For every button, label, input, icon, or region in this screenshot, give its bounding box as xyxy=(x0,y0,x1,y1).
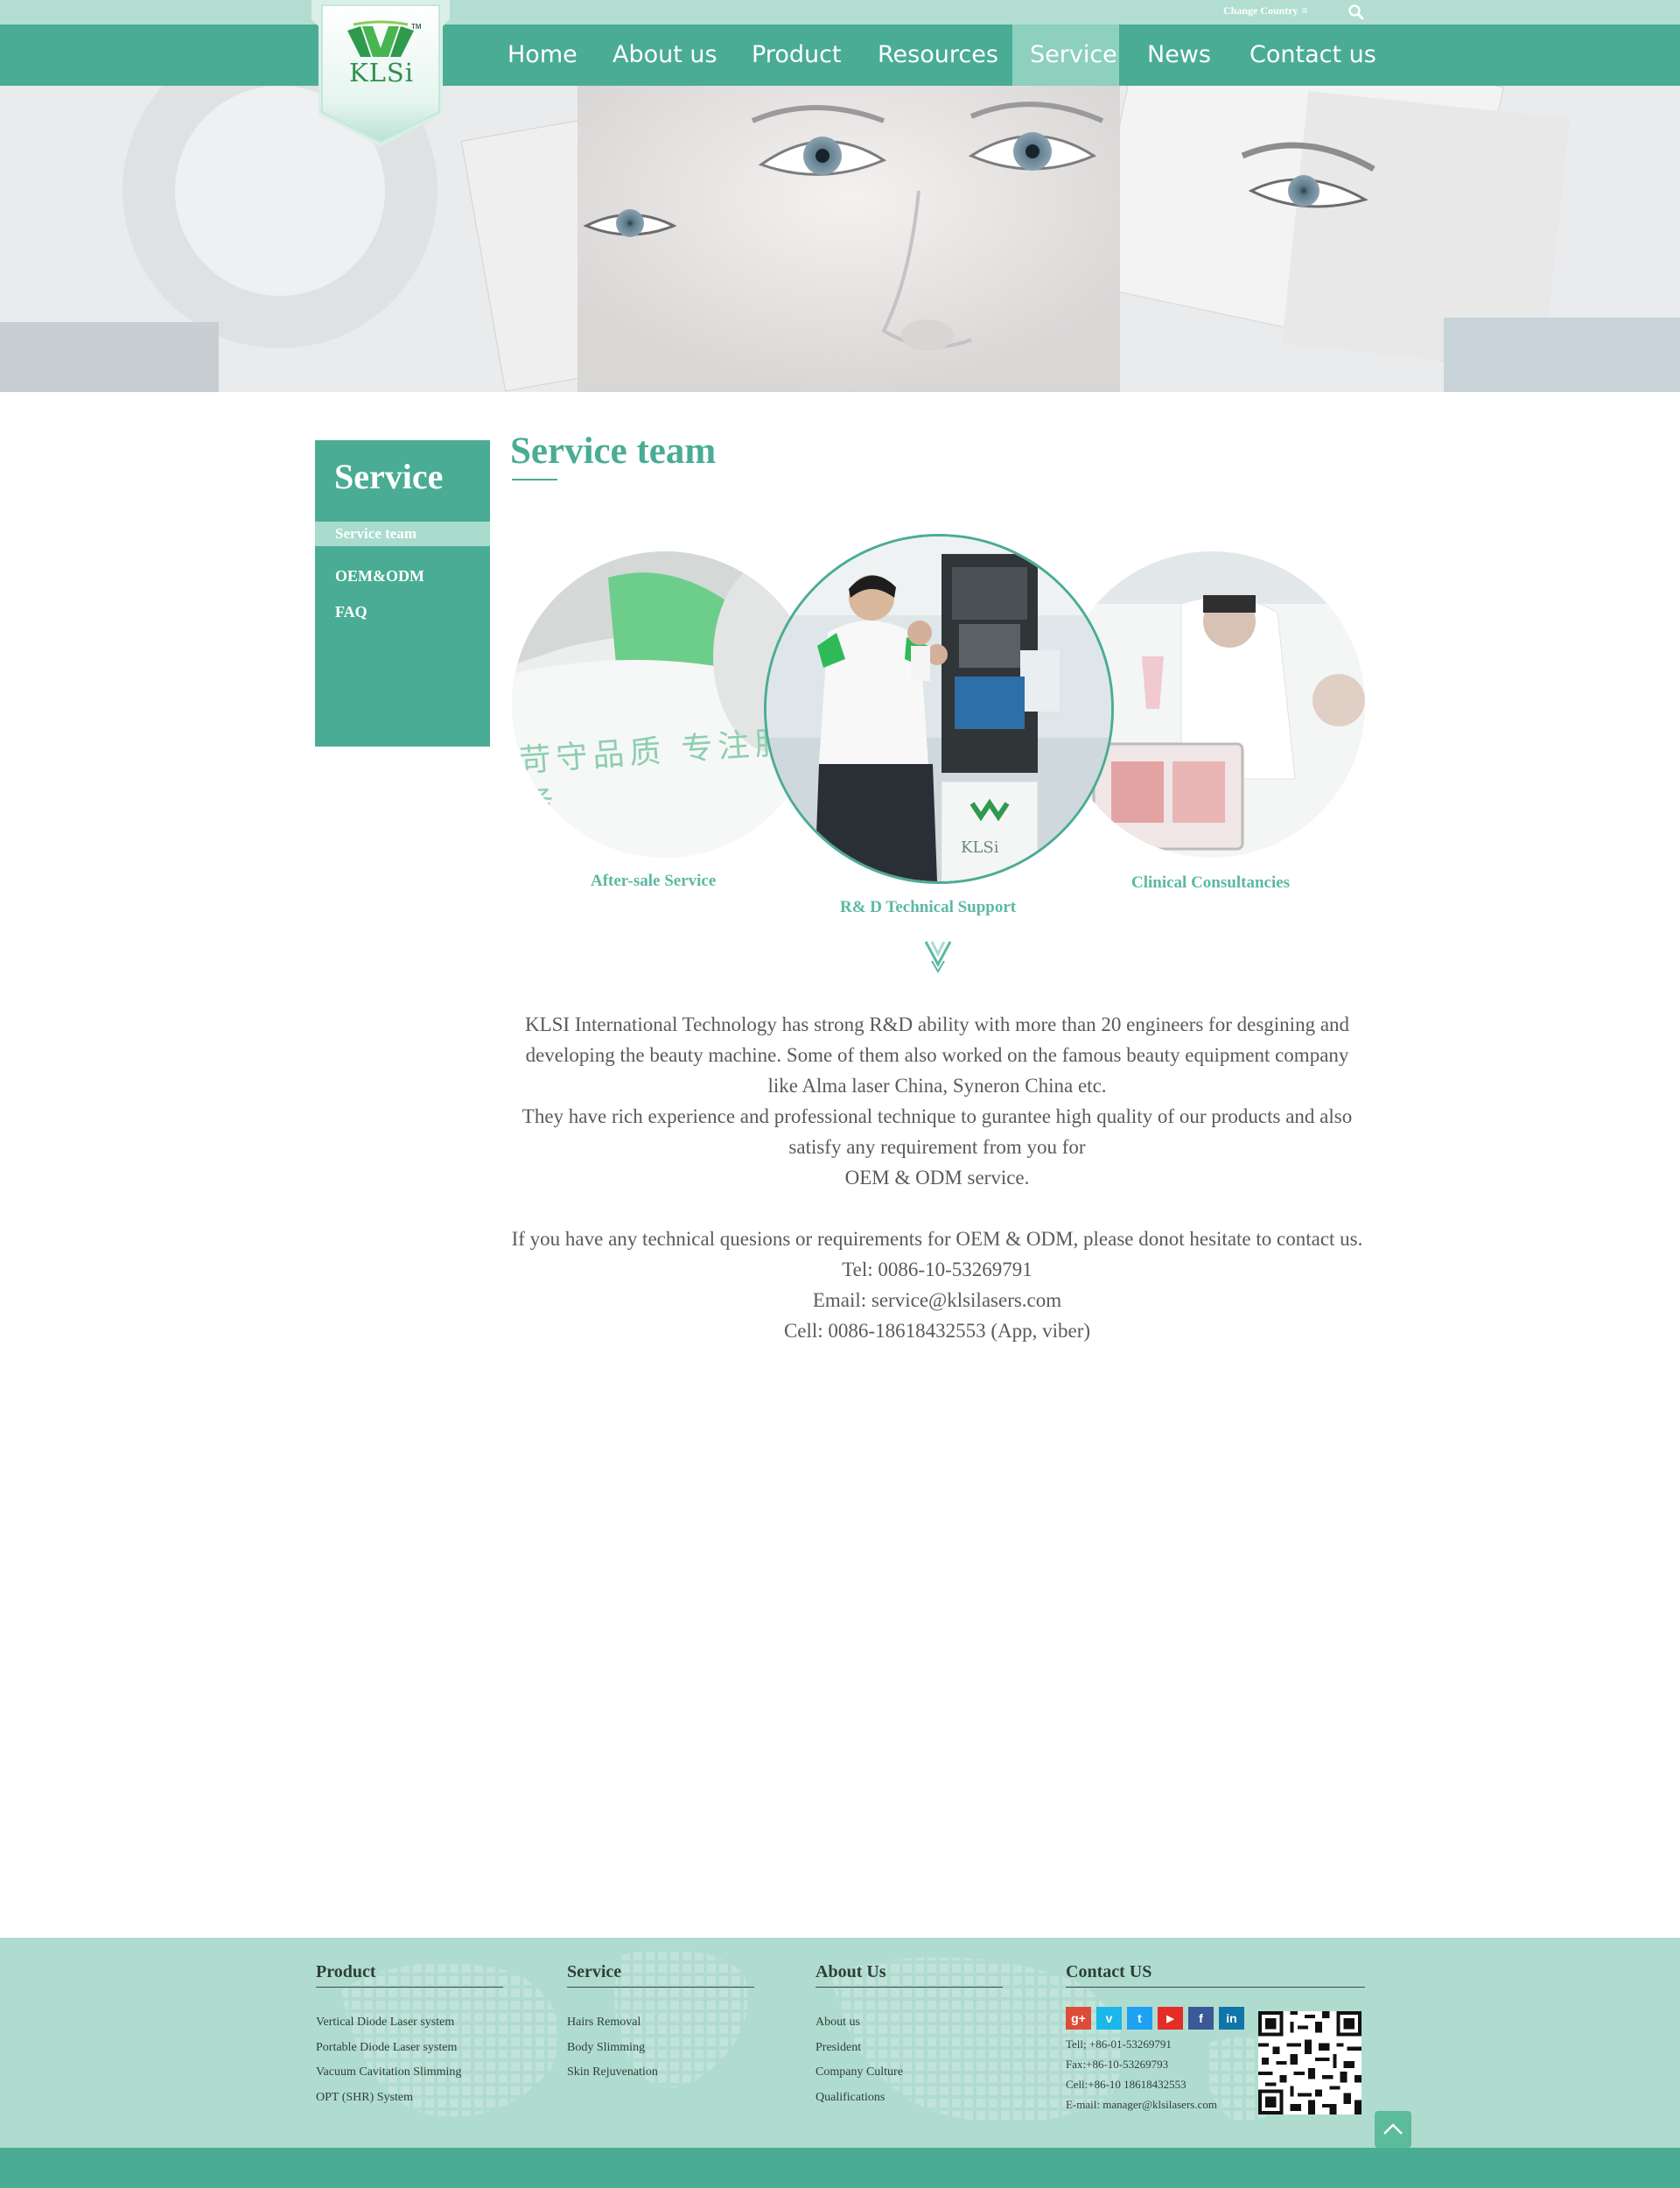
paragraph-email: Email: service@klsilasers.com xyxy=(812,1289,1062,1311)
paragraph-experience: They have rich experience and profession… xyxy=(522,1105,1353,1158)
footer-service-column: Service Hairs Removal Body Slimming Skin… xyxy=(567,1957,754,2086)
rd-technical-support-image: KLSi xyxy=(764,534,1114,884)
footer-link-body-slimming[interactable]: Body Slimming xyxy=(567,2036,754,2061)
footer-link-vacuum-cavitation[interactable]: Vacuum Cavitation Slimming xyxy=(316,2060,503,2086)
nav-home[interactable]: Home xyxy=(490,25,595,86)
top-bar: Change Country ≡ xyxy=(0,0,1680,25)
linkedin-icon[interactable]: in xyxy=(1219,2007,1244,2030)
footer-about-title: About Us xyxy=(816,1962,886,1981)
paragraph-contact-invite: If you have any technical quesions or re… xyxy=(511,1228,1363,1250)
facebook-icon[interactable]: f xyxy=(1188,2007,1214,2030)
change-country-label: Change Country xyxy=(1223,4,1298,17)
twitter-icon[interactable]: t xyxy=(1127,2007,1152,2030)
logo-text: KLSi xyxy=(348,58,415,88)
footer-service-title: Service xyxy=(567,1962,622,1981)
rd-technical-support-label: R& D Technical Support xyxy=(840,898,1017,916)
chevron-up-icon xyxy=(1383,2123,1403,2135)
footer-link-president[interactable]: President xyxy=(816,2036,1003,2061)
nav-service[interactable]: Service xyxy=(1012,25,1119,86)
nav-resources[interactable]: Resources xyxy=(860,25,1016,86)
footer-link-hairs-removal[interactable]: Hairs Removal xyxy=(567,2010,754,2036)
sidebar-item-oem-odm[interactable]: OEM&ODM xyxy=(315,564,490,588)
rd-photo-box-text: KLSi xyxy=(961,838,999,857)
hero-banner xyxy=(0,86,1680,392)
chevron-down-icon xyxy=(924,941,952,973)
paragraph-tel: Tel: 0086-10-53269791 xyxy=(842,1259,1032,1280)
nav-news[interactable]: News xyxy=(1130,25,1228,86)
clinical-consultancies-label: Clinical Consultancies xyxy=(1131,873,1291,892)
search-icon[interactable] xyxy=(1348,4,1365,21)
sidebar: Service Service team OEM&ODM FAQ xyxy=(315,440,490,747)
nav-about-us[interactable]: About us xyxy=(595,25,735,86)
service-description: KLSI International Technology has strong… xyxy=(510,1009,1364,1346)
footer-link-qualifications[interactable]: Qualifications xyxy=(816,2086,1003,2111)
footer-divider xyxy=(316,1987,503,1988)
footer-link-portable-diode[interactable]: Portable Diode Laser system xyxy=(316,2036,503,2061)
main-nav: Home About us Product Resources Service … xyxy=(0,25,1680,86)
paragraph-oem-odm: OEM & ODM service. xyxy=(844,1167,1030,1189)
sidebar-item-service-team[interactable]: Service team xyxy=(315,522,490,546)
footer-bottom-bar xyxy=(0,2148,1680,2188)
nav-contact-us[interactable]: Contact us xyxy=(1232,25,1394,86)
footer-contact-title: Contact US xyxy=(1066,1962,1152,1981)
footer-divider xyxy=(1066,1987,1365,1988)
footer-about-column: About Us About us President Company Cult… xyxy=(816,1957,1003,2110)
footer-product-title: Product xyxy=(316,1962,376,1981)
sidebar-item-faq[interactable]: FAQ xyxy=(315,600,490,624)
footer-product-column: Product Vertical Diode Laser system Port… xyxy=(316,1957,503,2110)
google-plus-icon[interactable]: g+ xyxy=(1066,2007,1091,2030)
page-title: Service team xyxy=(510,431,717,472)
footer-link-opt-shr[interactable]: OPT (SHR) System xyxy=(316,2086,503,2111)
after-sale-service-label: After-sale Service xyxy=(591,872,717,890)
footer-link-about-us[interactable]: About us xyxy=(816,2010,1003,2036)
paragraph-cell: Cell: 0086-18618432553 (App, viber) xyxy=(783,1320,1091,1342)
sidebar-title: Service xyxy=(334,457,444,496)
change-country-link[interactable]: Change Country ≡ xyxy=(1223,4,1308,18)
footer-divider xyxy=(816,1987,1003,1988)
qr-code xyxy=(1258,2011,1362,2114)
back-to-top-button[interactable] xyxy=(1375,2111,1411,2148)
footer-link-company-culture[interactable]: Company Culture xyxy=(816,2060,1003,2086)
title-underline xyxy=(512,479,557,480)
footer-link-vertical-diode[interactable]: Vertical Diode Laser system xyxy=(316,2010,503,2036)
footer-link-skin-rejuvenation[interactable]: Skin Rejuvenation xyxy=(567,2060,754,2086)
footer: Product Vertical Diode Laser system Port… xyxy=(0,1938,1680,2148)
nav-product[interactable]: Product xyxy=(734,25,859,86)
vimeo-icon[interactable]: v xyxy=(1096,2007,1122,2030)
footer-divider xyxy=(567,1987,754,1988)
paragraph-spacer xyxy=(510,1193,1364,1224)
menu-icon: ≡ xyxy=(1301,4,1308,17)
hero-face-collage xyxy=(0,86,1680,392)
paragraph-rd-ability: KLSI International Technology has strong… xyxy=(524,1013,1350,1097)
youtube-icon[interactable]: ▶ xyxy=(1158,2007,1183,2030)
logo-tm: TM xyxy=(411,23,422,31)
